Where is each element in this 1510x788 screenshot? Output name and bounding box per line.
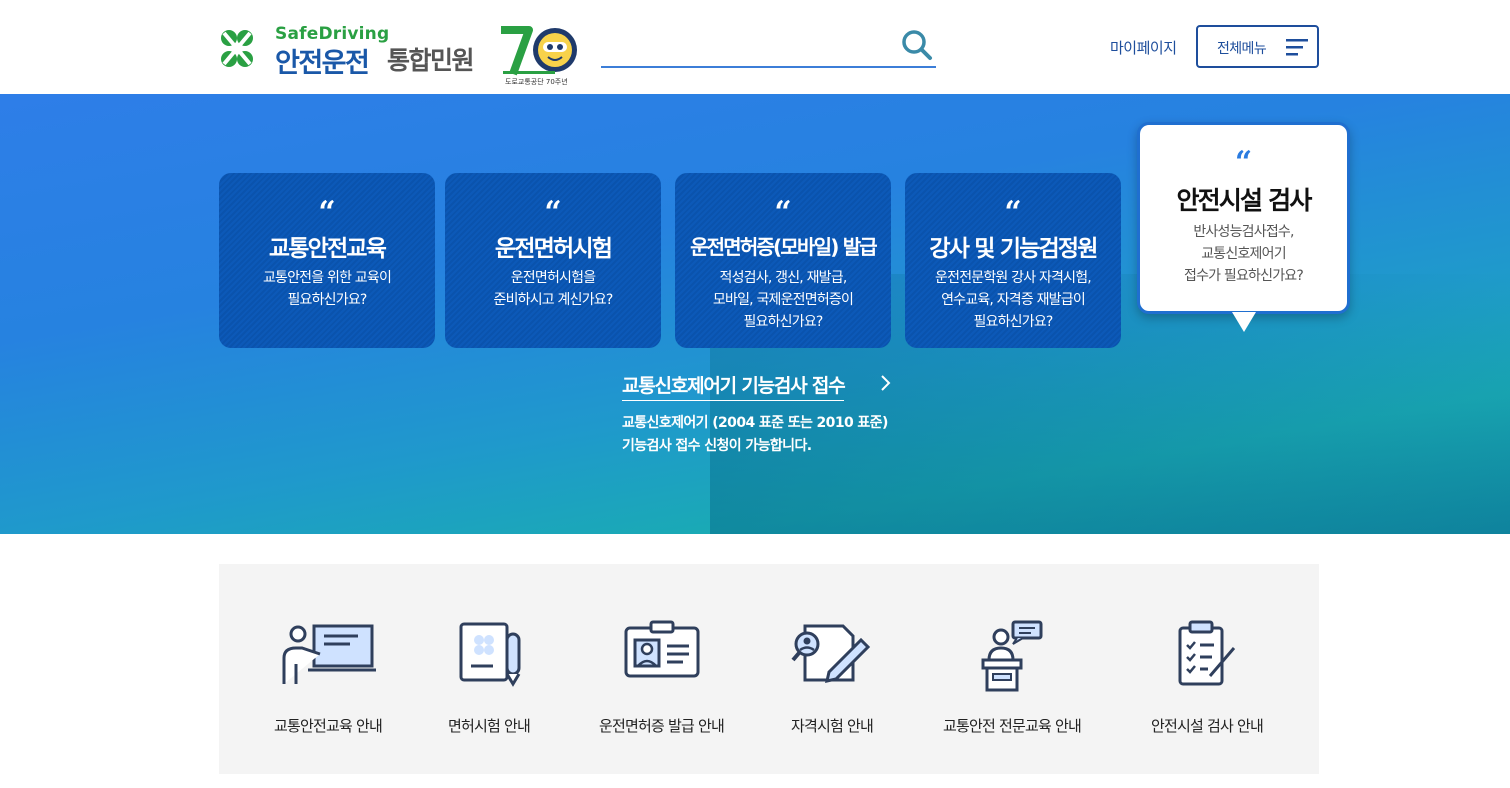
card-safety-facility-inspection[interactable]: “ 안전시설 검사 반사성능검사접수, 교통신호제어기 접수가 필요하신가요?: [1137, 122, 1350, 314]
quick-item-license-issuance[interactable]: 운전면허증 발급 안내: [579, 564, 744, 774]
quick-item-license-exam[interactable]: 면허시험 안내: [424, 564, 554, 774]
card-traffic-safety-education[interactable]: “ 교통안전교육 교통안전을 위한 교육이 필요하신가요?: [219, 173, 435, 348]
card-description: 교통안전을 위한 교육이 필요하신가요?: [262, 270, 392, 308]
clipboard-checklist-icon: [1178, 620, 1236, 686]
podium-speaker-icon: [981, 620, 1043, 692]
search-document-pen-icon: [791, 624, 871, 683]
all-menu-label: 전체메뉴: [1217, 41, 1267, 57]
quick-item-label: 운전면허증 발급 안내: [599, 717, 725, 735]
logo-korean-text: 안전운전: [275, 48, 370, 79]
hero-banner: “ 교통안전교육 교통안전을 위한 교육이 필요하신가요? “ 운전면허시험 운…: [0, 94, 1510, 534]
card-title: 운전면허증(모바일) 발급: [690, 235, 878, 259]
site-header: SafeDriving 안전운전 통합민원 도로교통공단 70주년 마이페이지 …: [0, 0, 1510, 94]
quick-item-traffic-education[interactable]: 교통안전교육 안내: [253, 564, 403, 774]
quick-item-label: 교통안전교육 안내: [274, 717, 383, 735]
anniversary-caption: 도로교통공단 70주년: [505, 78, 568, 86]
card-description: 반사성능검사접수, 교통신호제어기 접수가 필요하신가요?: [1183, 224, 1304, 284]
clover-logo-icon: [221, 30, 253, 67]
card-title: 강사 및 기능검정원: [929, 236, 1098, 262]
quote-icon: “: [1004, 195, 1022, 230]
quick-item-label: 면허시험 안내: [448, 717, 531, 735]
active-card-pointer: [1232, 312, 1256, 332]
logo-subtitle: 통합민원: [387, 46, 475, 75]
quote-icon: “: [544, 195, 562, 230]
card-title: 교통안전교육: [268, 236, 387, 262]
card-description: 적성검사, 갱신, 재발급, 모바일, 국제운전면허증이 필요하신가요?: [712, 270, 854, 330]
id-card-icon: [624, 620, 700, 678]
card-description: 운전전문학원 강사 자격시험, 연수교육, 자격증 재발급이 필요하신가요?: [935, 270, 1092, 330]
quick-menu: 교통안전교육 안내 면허시험 안내 운전면허증 발급 안내 자격시험 안내 교통…: [219, 564, 1319, 774]
card-instructor-examiner[interactable]: “ 강사 및 기능검정원 운전전문학원 강사 자격시험, 연수교육, 자격증 재…: [905, 173, 1121, 348]
card-license-exam[interactable]: “ 운전면허시험 운전면허시험을 준비하시고 계신가요?: [445, 173, 661, 348]
quote-icon: “: [1234, 145, 1253, 180]
card-description: 운전면허시험을 준비하시고 계신가요?: [493, 270, 613, 308]
mypage-link[interactable]: 마이페이지: [1110, 37, 1177, 58]
hamburger-menu-icon: [1286, 39, 1308, 56]
hero-link-description: 교통신호제어기 (2004 표준 또는 2010 표준) 기능검사 접수 신청이…: [622, 415, 888, 454]
quick-item-label: 교통안전 전문교육 안내: [943, 717, 1082, 735]
card-title: 안전시설 검사: [1176, 186, 1312, 215]
quick-item-facility-inspection[interactable]: 안전시설 검사 안내: [1132, 564, 1282, 774]
site-logo[interactable]: SafeDriving 안전운전 통합민원 도로교통공단 70주년: [219, 24, 589, 88]
chevron-right-icon[interactable]: [879, 373, 893, 393]
search-input[interactable]: [601, 28, 891, 62]
quick-item-label: 안전시설 검사 안내: [1151, 717, 1264, 735]
signal-controller-inspection-link[interactable]: 교통신호제어기 기능검사 접수: [622, 371, 846, 401]
quick-item-label: 자격시험 안내: [791, 717, 874, 735]
all-menu-button[interactable]: 전체메뉴: [1196, 25, 1319, 68]
card-title: 운전면허시험: [494, 236, 613, 262]
card-license-issuance[interactable]: “ 운전면허증(모바일) 발급 적성검사, 갱신, 재발급, 모바일, 국제운전…: [675, 173, 891, 348]
search-icon[interactable]: [900, 28, 934, 62]
quote-icon: “: [318, 195, 336, 230]
quote-icon: “: [774, 195, 792, 230]
quick-item-professional-education[interactable]: 교통안전 전문교육 안내: [927, 564, 1097, 774]
search-bar: [601, 24, 936, 68]
quick-item-qualification-exam[interactable]: 자격시험 안내: [767, 564, 897, 774]
exam-document-icon: [459, 622, 521, 687]
presentation-icon: [282, 624, 376, 684]
